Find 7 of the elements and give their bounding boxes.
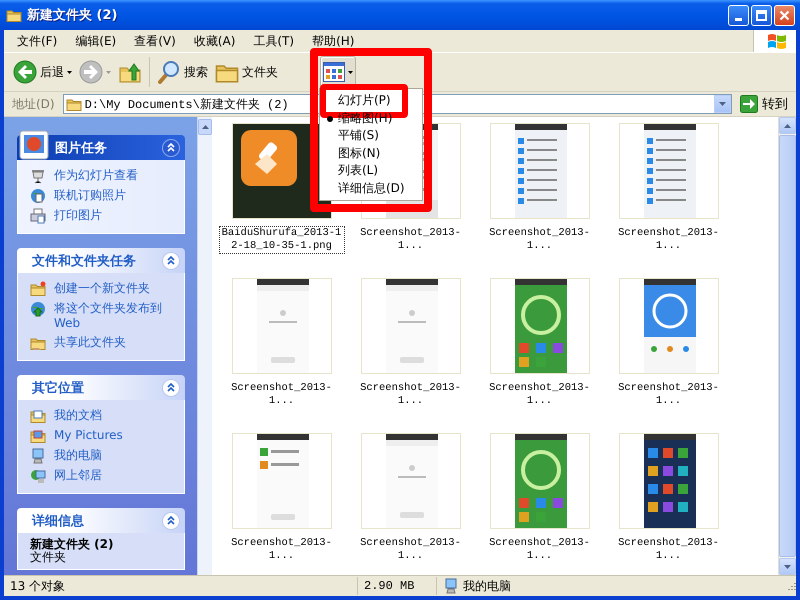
- status-count: 13 个对象: [4, 577, 358, 595]
- status-location: 我的电脑: [463, 578, 511, 594]
- window-title: 新建文件夹 (2): [27, 6, 118, 24]
- address-label: 地址(D): [12, 96, 56, 112]
- status-size: 2.90 MB: [358, 577, 437, 595]
- folder-name: 新建文件夹 (2): [30, 538, 114, 550]
- folder-type: 文件夹: [30, 551, 67, 563]
